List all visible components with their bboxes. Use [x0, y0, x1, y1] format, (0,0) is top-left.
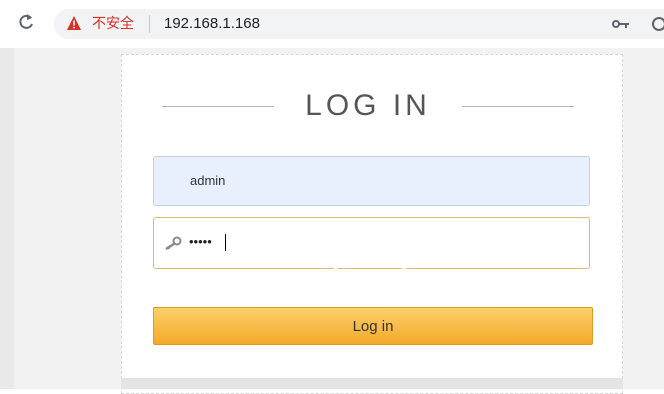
progress-label: 100% — [349, 274, 391, 291]
username-input[interactable]: admin — [153, 156, 590, 206]
page-content: LOG IN admin ••••• 100% Log in — [0, 48, 664, 394]
password-mask: ••••• — [189, 234, 212, 249]
login-header: LOG IN — [122, 88, 622, 124]
title-rule-left — [162, 106, 274, 107]
login-button[interactable]: Log in — [153, 307, 593, 345]
key-icon[interactable] — [612, 18, 630, 30]
url-text[interactable]: 192.168.1.168 — [164, 15, 260, 33]
browser-toolbar: 不安全 192.168.1.168 — [0, 0, 664, 48]
address-bar[interactable]: 不安全 192.168.1.168 — [54, 9, 664, 39]
key-icon — [165, 236, 182, 250]
divider — [149, 15, 150, 33]
text-caret — [225, 234, 226, 251]
username-value: admin — [190, 173, 226, 188]
page-title: LOG IN — [305, 89, 431, 122]
zoom-icon[interactable] — [650, 15, 664, 33]
left-margin — [0, 48, 14, 389]
title-rule-right — [462, 106, 574, 107]
login-button-label: Log in — [352, 318, 394, 335]
login-panel: LOG IN admin ••••• 100% Log in — [121, 54, 623, 394]
reload-icon[interactable] — [17, 11, 35, 33]
security-status[interactable]: 不安全 — [92, 15, 134, 33]
warning-icon[interactable] — [66, 15, 82, 31]
panel-footer — [121, 378, 623, 389]
